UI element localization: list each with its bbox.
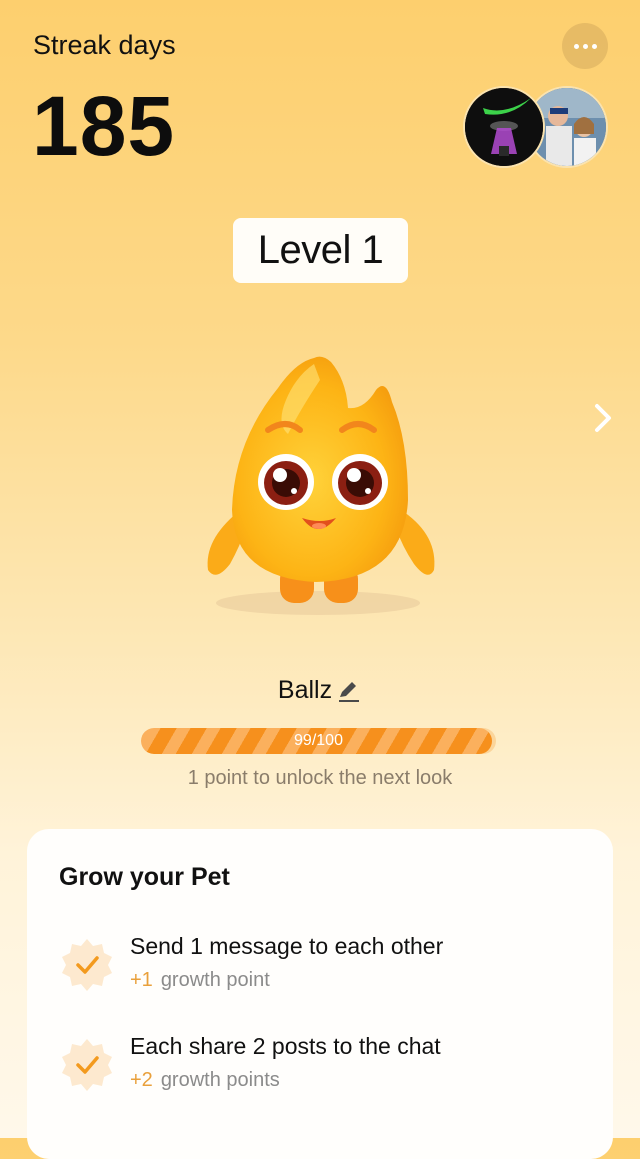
growth-progress-bar: 99/100 <box>141 728 496 754</box>
streak-count: 185 <box>32 79 176 173</box>
check-badge-icon <box>62 1039 112 1091</box>
avatar-image <box>465 88 543 166</box>
pencil-icon[interactable] <box>336 679 362 703</box>
task-points: +2 growth points <box>130 1069 280 1092</box>
progress-label: 99/100 <box>294 732 343 749</box>
task-points: +1 growth point <box>130 969 270 992</box>
grow-pet-card: Grow your Pet Send 1 message to each oth… <box>27 829 613 1159</box>
check-badge-icon <box>62 939 112 991</box>
points-label: growth point <box>160 969 270 991</box>
unlock-note: 1 point to unlock the next look <box>187 767 453 789</box>
task-title: Each share 2 posts to the chat <box>130 1033 441 1059</box>
more-horizontal-icon <box>573 43 579 49</box>
points-label: growth points <box>160 1069 280 1091</box>
pet-name: Ballz <box>277 676 333 704</box>
pet-character-illustration[interactable] <box>196 350 446 620</box>
pet-name-row[interactable]: Ballz <box>0 676 640 705</box>
task-title: Send 1 message to each other <box>130 933 444 959</box>
avatar[interactable] <box>463 86 545 168</box>
points-value: +2 <box>130 1069 153 1091</box>
chevron-right-icon[interactable] <box>588 400 616 436</box>
streak-days-label: Streak days <box>33 30 176 60</box>
level-badge: Level 1 <box>233 218 408 283</box>
more-options-button[interactable] <box>562 23 608 69</box>
points-value: +1 <box>130 969 153 991</box>
card-title: Grow your Pet <box>59 863 230 891</box>
